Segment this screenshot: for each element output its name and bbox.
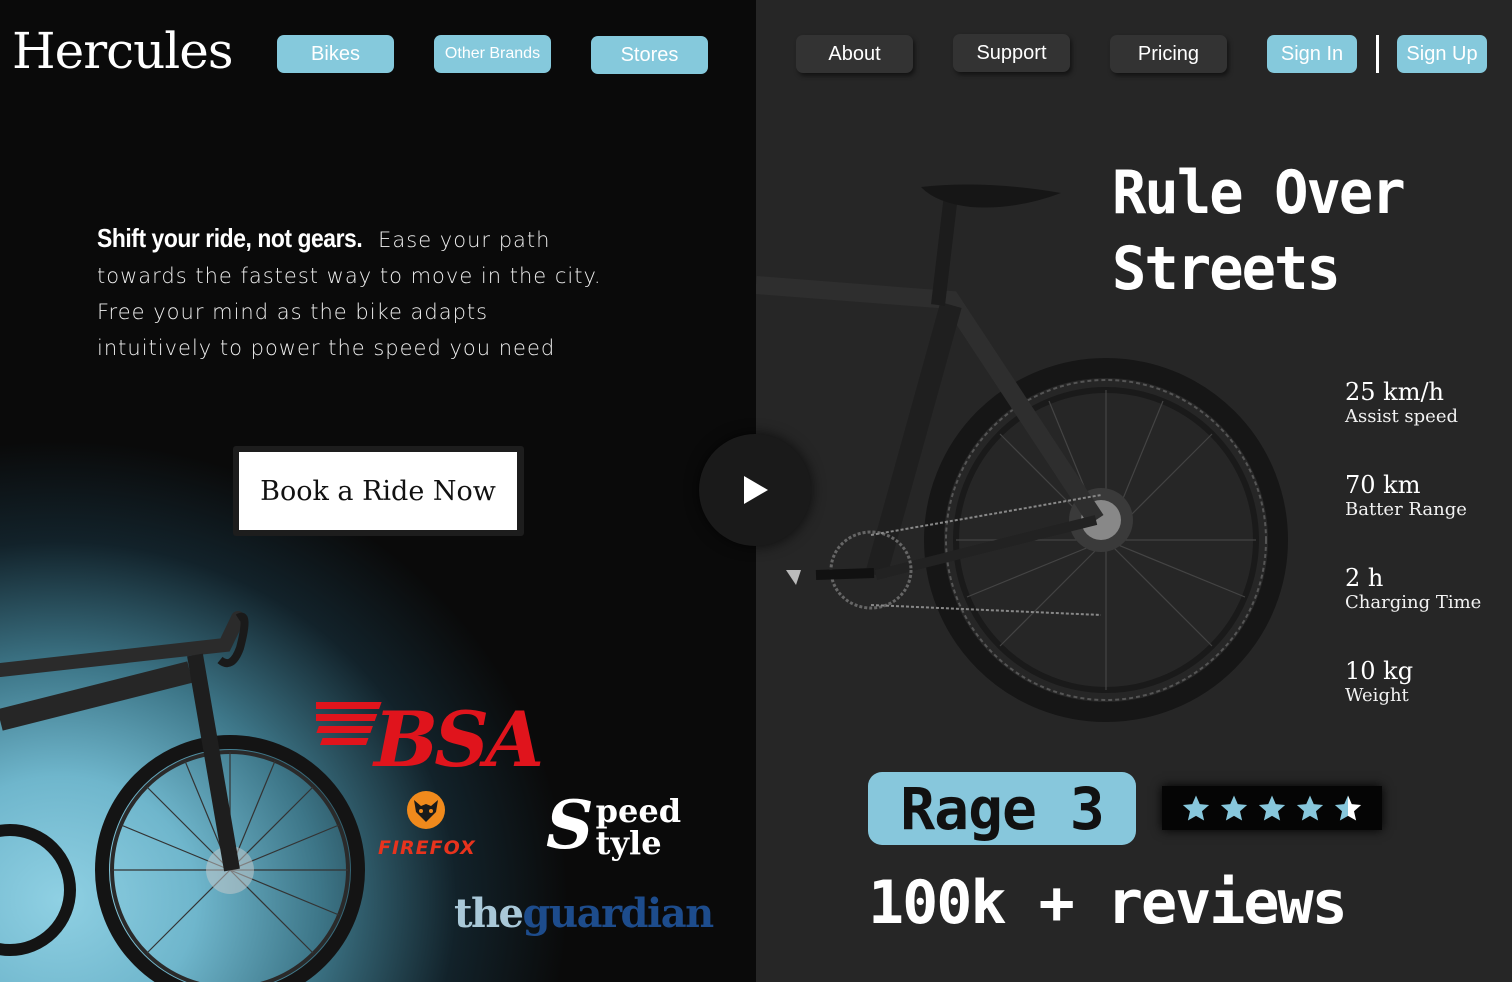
guardian-logo[interactable]: theguardian xyxy=(454,890,715,937)
fox-emblem-icon xyxy=(407,791,445,829)
star-icon xyxy=(1220,795,1248,821)
nav-bikes-button[interactable]: Bikes xyxy=(277,35,394,73)
nav-pricing-button[interactable]: Pricing xyxy=(1110,35,1227,73)
brand-logo[interactable]: Hercules xyxy=(12,22,234,80)
bike-front-image xyxy=(0,611,365,982)
firefox-logo[interactable]: FIREFOX xyxy=(378,790,476,859)
hero-headline: Rule Over Streets xyxy=(1112,155,1406,307)
speed-style-line2: tyle xyxy=(595,824,662,862)
nav-about-button[interactable]: About xyxy=(796,35,913,73)
nav-other-brands-button[interactable]: Other Brands xyxy=(434,35,551,73)
left-hero-panel: Hercules Bikes Other Brands Stores Shift… xyxy=(0,0,756,982)
speed-style-logo[interactable]: S peed tyle xyxy=(546,786,682,864)
sign-up-button[interactable]: Sign Up xyxy=(1397,35,1487,73)
nav-support-button[interactable]: Support xyxy=(953,34,1070,72)
spec-charging-time: 2 h Charging Time xyxy=(1345,564,1481,613)
spec-value: 10 kg xyxy=(1345,657,1414,685)
hero-intro-text: Shift your ride, not gears. Ease your pa… xyxy=(97,220,607,366)
play-icon xyxy=(744,476,768,504)
hero-tagline-bold: Shift your ride, not gears. xyxy=(97,223,363,253)
book-ride-button[interactable]: Book a Ride Now xyxy=(239,452,517,530)
star-icon xyxy=(1182,795,1210,821)
speed-style-line1: peed xyxy=(595,792,682,830)
review-count: 100k + reviews xyxy=(868,868,1348,938)
cta-frame: Book a Ride Now xyxy=(233,446,524,536)
headline-line1: Rule Over xyxy=(1112,158,1406,228)
spec-label: Weight xyxy=(1345,685,1409,706)
headline-line2: Streets xyxy=(1112,234,1341,304)
half-star-icon xyxy=(1334,795,1362,821)
spec-value: 25 km/h xyxy=(1345,378,1445,406)
guardian-logo-name: guardian xyxy=(522,890,715,937)
star-icon xyxy=(1258,795,1286,821)
auth-divider xyxy=(1376,35,1379,73)
sign-in-button[interactable]: Sign In xyxy=(1267,35,1357,73)
nav-stores-button[interactable]: Stores xyxy=(591,36,708,74)
spec-value: 2 h xyxy=(1345,564,1384,592)
bsa-logo-text: BSA xyxy=(372,695,541,774)
spec-value: 70 km xyxy=(1345,471,1421,499)
right-product-panel: About Support Pricing Sign In Sign Up Ru… xyxy=(756,0,1512,982)
play-video-button[interactable] xyxy=(699,434,811,546)
speed-style-initial: S xyxy=(546,786,594,864)
star-icon xyxy=(1296,795,1324,821)
guardian-logo-the: the xyxy=(454,890,524,937)
model-name-badge: Rage 3 xyxy=(868,772,1136,845)
spec-label: Charging Time xyxy=(1345,592,1482,613)
spec-assist-speed: 25 km/h Assist speed xyxy=(1345,378,1458,427)
spec-label: Assist speed xyxy=(1345,406,1459,427)
spec-weight: 10 kg Weight xyxy=(1345,657,1413,706)
rating-stars xyxy=(1162,786,1382,830)
spec-label: Batter Range xyxy=(1345,499,1467,520)
spec-battery-range: 70 km Batter Range xyxy=(1345,471,1467,520)
bsa-logo[interactable]: BSA xyxy=(316,690,552,774)
firefox-logo-text: FIREFOX xyxy=(378,837,476,859)
